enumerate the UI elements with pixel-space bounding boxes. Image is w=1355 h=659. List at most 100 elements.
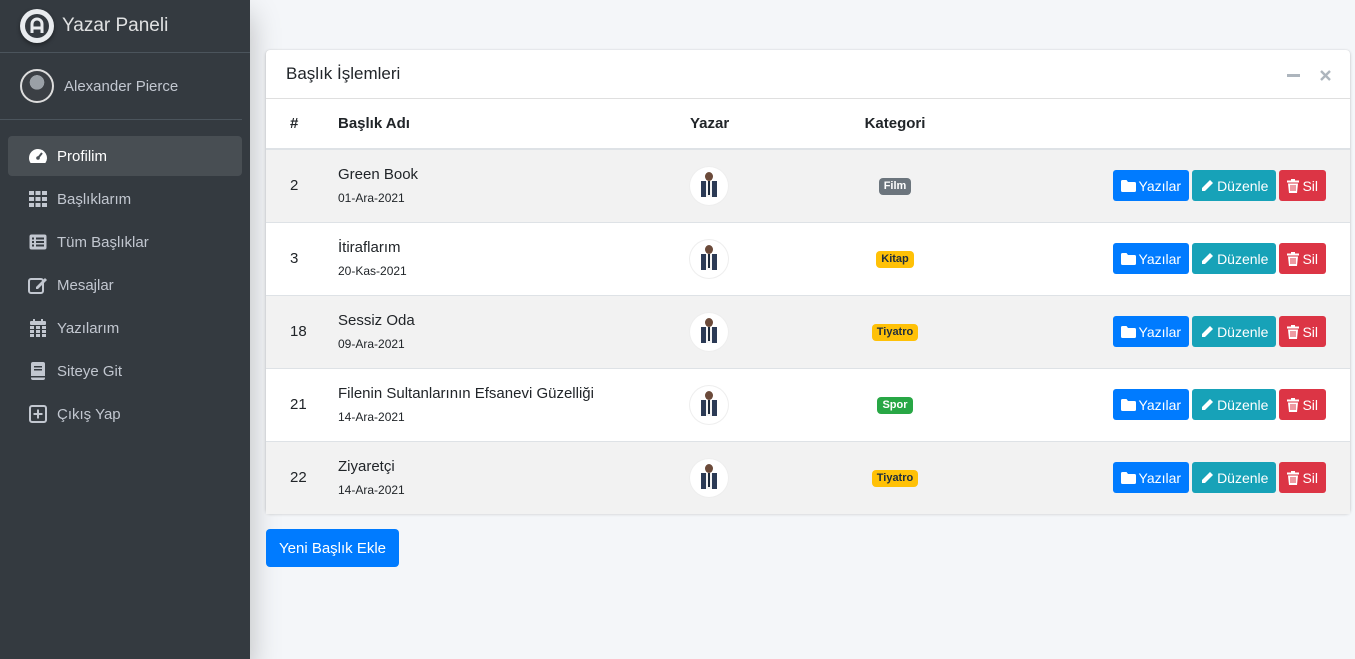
row-author-cell [676, 441, 836, 514]
edit-button[interactable]: Düzenle [1192, 170, 1277, 202]
author-avatar [690, 458, 728, 497]
edit-icon [28, 275, 48, 295]
trash-icon [1287, 178, 1300, 193]
row-title-cell: Ziyaretçi 14-Ara-2021 [338, 441, 676, 514]
sidebar-item-yazilarim[interactable]: Yazılarım [8, 308, 242, 348]
user-panel[interactable]: Alexander Pierce [0, 53, 242, 120]
trash-icon [1287, 397, 1300, 412]
tachometer-icon [28, 146, 48, 166]
delete-label: Sil [1302, 396, 1318, 413]
edit-button[interactable]: Düzenle [1192, 316, 1277, 347]
row-actions: Yazılar Düzenle Sil [954, 368, 1350, 441]
delete-label: Sil [1302, 323, 1318, 340]
brand-title: Yazar Paneli [62, 15, 169, 36]
sidebar-item-label: Siteye Git [57, 362, 123, 380]
sidebar-item-basliklarim[interactable]: Başlıklarım [8, 179, 242, 219]
grid-icon [28, 189, 48, 209]
row-title-cell: İtiraflarım 20-Kas-2021 [338, 222, 676, 295]
sidebar-item-cikis-yap[interactable]: Çıkış Yap [8, 394, 242, 434]
sidebar-item-label: Çıkış Yap [57, 405, 121, 423]
delete-label: Sil [1302, 469, 1318, 486]
folder-icon [1120, 325, 1136, 338]
sidebar-item-siteye-git[interactable]: Siteye Git [8, 351, 242, 391]
delete-button[interactable]: Sil [1279, 243, 1326, 274]
category-badge: Tiyatro [871, 324, 919, 341]
edit-label: Düzenle [1217, 396, 1269, 413]
row-actions: Yazılar Düzenle Sil [954, 222, 1350, 295]
header-title: Başlık Adı [338, 99, 676, 150]
edit-button[interactable]: Düzenle [1192, 243, 1277, 274]
card-tools [1286, 68, 1332, 82]
row-date: 01-Ara-2021 [338, 191, 405, 206]
row-title: Sessiz Oda [338, 312, 415, 329]
delete-label: Sil [1302, 250, 1318, 267]
row-actions: Yazılar Düzenle Sil [954, 149, 1350, 222]
sidebar-item-label: Profilim [57, 147, 108, 165]
posts-label: Yazılar [1138, 469, 1182, 486]
author-avatar [690, 385, 728, 424]
row-id: 21 [290, 396, 307, 413]
collapse-icon[interactable] [1286, 68, 1300, 82]
trash-icon [1287, 324, 1300, 339]
sidebar-item-tum-basliklar[interactable]: Tüm Başlıklar [8, 222, 242, 262]
sidebar-item-label: Yazılarım [57, 319, 120, 337]
author-avatar [690, 166, 728, 205]
header-num: # [266, 99, 338, 150]
row-title-cell: Green Book 01-Ara-2021 [338, 149, 676, 222]
posts-button[interactable]: Yazılar [1112, 389, 1190, 420]
sidebar-item-mesajlar[interactable]: Mesajlar [8, 265, 242, 305]
pencil-icon [1202, 325, 1214, 337]
pencil-icon [1202, 179, 1214, 191]
delete-button[interactable]: Sil [1279, 316, 1326, 347]
header-actions [954, 99, 1350, 150]
delete-button[interactable]: Sil [1279, 389, 1326, 420]
sidebar-item-profilim[interactable]: Profilim [8, 136, 242, 176]
posts-label: Yazılar [1138, 177, 1182, 194]
edit-button[interactable]: Düzenle [1192, 462, 1277, 494]
posts-button[interactable]: Yazılar [1112, 170, 1190, 202]
add-title-button[interactable]: Yeni Başlık Ekle [266, 529, 400, 567]
user-name: Alexander Pierce [64, 77, 179, 95]
posts-label: Yazılar [1138, 250, 1182, 267]
edit-label: Düzenle [1217, 177, 1269, 194]
titles-table: # Başlık Adı Yazar Kategori 2 Green Book… [266, 99, 1350, 514]
category-badge: Spor [877, 397, 913, 414]
titles-card: Başlık İşlemleri # Başlık Adı Yazar Kate… [266, 50, 1350, 514]
folder-icon [1120, 252, 1136, 265]
card-title: Başlık İşlemleri [286, 64, 401, 83]
row-title-cell: Sessiz Oda 09-Ara-2021 [338, 295, 676, 368]
folder-icon [1120, 398, 1136, 411]
delete-button[interactable]: Sil [1279, 170, 1326, 202]
card-header: Başlık İşlemleri [266, 50, 1350, 99]
row-title: Filenin Sultanlarının Efsanevi Güzelliği [338, 385, 594, 402]
close-icon[interactable] [1318, 68, 1332, 82]
row-id: 18 [290, 323, 307, 340]
pencil-icon [1202, 252, 1214, 264]
delete-label: Sil [1302, 177, 1318, 194]
calendar-icon [28, 318, 48, 338]
row-id: 22 [290, 469, 307, 487]
a-logo-icon [20, 9, 54, 43]
category-badge: Kitap [876, 251, 914, 268]
category-badge: Film [878, 178, 912, 196]
row-id: 2 [290, 177, 299, 195]
row-id: 3 [290, 250, 299, 267]
row-category-cell: Tiyatro [836, 295, 954, 368]
row-date: 20-Kas-2021 [338, 264, 407, 278]
author-avatar [690, 239, 728, 278]
posts-button[interactable]: Yazılar [1112, 243, 1190, 274]
row-category-cell: Tiyatro [836, 441, 954, 514]
table-row: 22 Ziyaretçi 14-Ara-2021 Tiyatro Yazılar… [266, 441, 1350, 514]
row-date: 14-Ara-2021 [338, 483, 405, 498]
table-row: 3 İtiraflarım 20-Kas-2021 Kitap Yazılar D… [266, 222, 1350, 295]
edit-button[interactable]: Düzenle [1192, 389, 1277, 420]
avatar [20, 69, 54, 103]
brand[interactable]: Yazar Paneli [0, 0, 250, 53]
posts-button[interactable]: Yazılar [1112, 316, 1190, 347]
sidebar-item-label: Başlıklarım [57, 190, 132, 208]
delete-button[interactable]: Sil [1279, 462, 1326, 494]
row-title: Ziyaretçi [338, 458, 395, 476]
row-author-cell [676, 295, 836, 368]
posts-button[interactable]: Yazılar [1112, 462, 1190, 494]
category-badge: Tiyatro [871, 470, 919, 488]
